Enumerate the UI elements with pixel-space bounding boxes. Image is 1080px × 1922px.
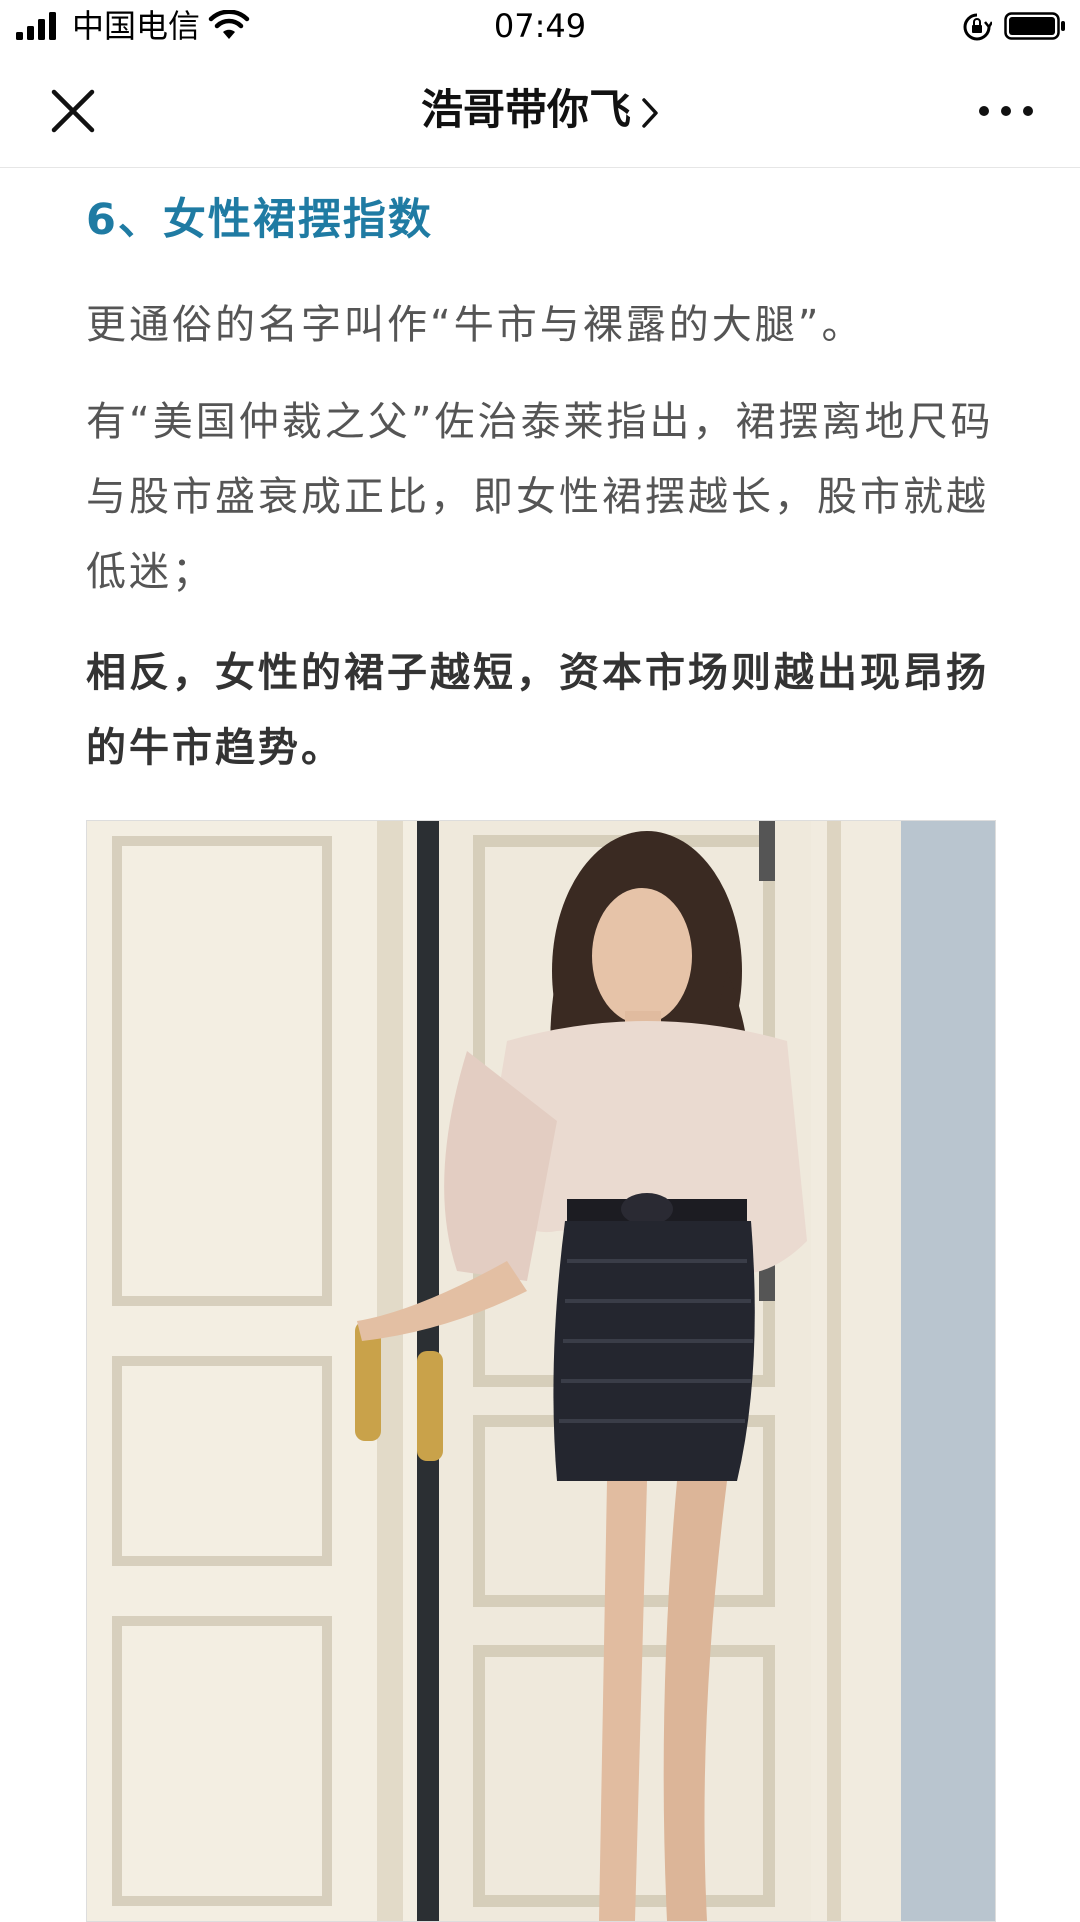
paragraph-bold: 相反，女性的裙子越短，资本市场则越出现昂扬的牛市趋势。 [86, 650, 989, 771]
account-title[interactable]: 浩哥带你飞 [0, 80, 1080, 140]
account-name[interactable]: 浩哥带你飞 [421, 85, 631, 134]
paragraph: 更通俗的名字叫作“牛市与裸露的大腿”。 [86, 302, 865, 348]
more-icon[interactable] [978, 100, 1034, 122]
clock: 07:49 [493, 7, 587, 45]
article-photo[interactable] [86, 820, 996, 1922]
paragraph: 有“美国仲裁之父”佐治泰莱指出，裙摆离地尺码与股市盛衰成正比，即女性裙摆越长，股… [86, 399, 994, 595]
section-heading: 6、女性裙摆指数 [86, 195, 433, 245]
photo-illustration [87, 821, 995, 1921]
nav-bar: 浩哥带你飞 [0, 52, 1080, 168]
status-bar: 中国电信 07:49 [0, 0, 1080, 52]
article-body: 6、女性裙摆指数 更通俗的名字叫作“牛市与裸露的大腿”。 有“美国仲裁之父”佐治… [86, 190, 996, 786]
battery-icon [1004, 12, 1065, 40]
rotation-lock-icon [963, 13, 992, 41]
chevron-right-icon[interactable] [641, 97, 659, 129]
